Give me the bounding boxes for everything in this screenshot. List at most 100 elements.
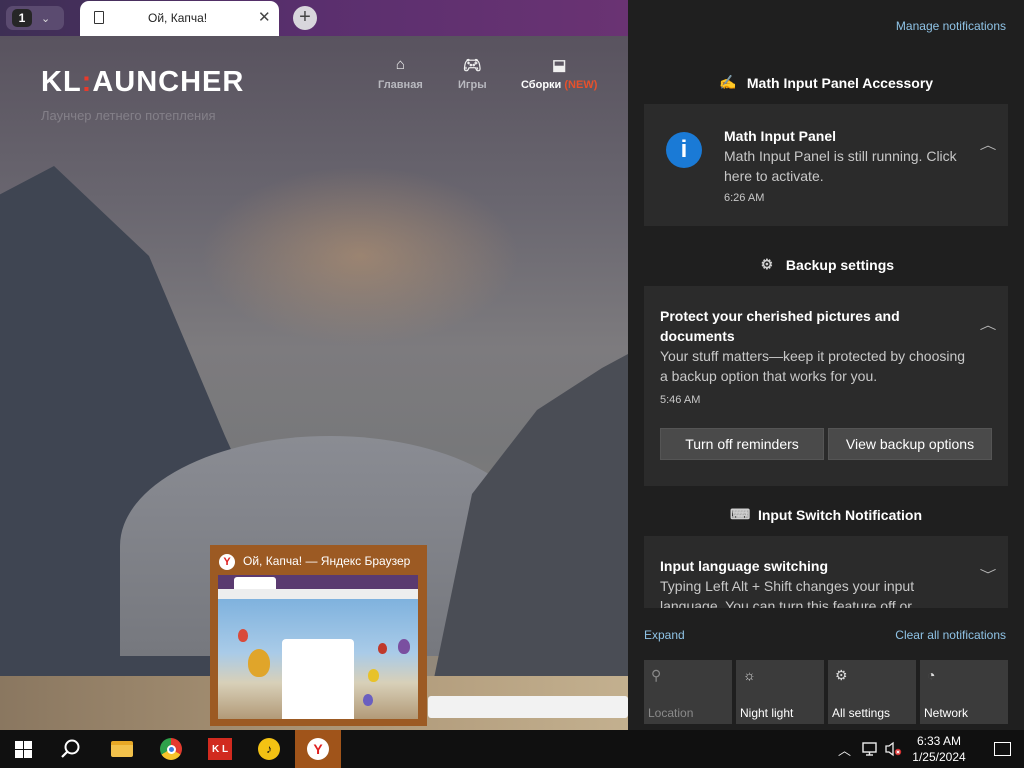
preview-tab (234, 577, 276, 589)
group-app-name: Backup settings (785, 256, 895, 273)
site-subtitle: Лаунчер летнего потепления (41, 108, 216, 123)
taskbar: K L ♪ Y ︿ 6:33 AM 1/25/2024 (0, 730, 1024, 768)
notification-time: 6:26 AM (724, 192, 765, 204)
balloon (398, 639, 410, 654)
page-bottom-strip (428, 696, 628, 718)
notification-group-header: ⚙ Backup settings (628, 256, 1024, 273)
page-icon (94, 11, 104, 24)
notification-body: Your stuff matters—keep it protected by … (660, 348, 966, 384)
quick-action-label: Network (924, 706, 969, 720)
notification-body: Math Input Panel is still running. Click… (724, 148, 957, 184)
desktop: 1 ⌄ Ой, Капча! ✕ + KL:AUNCHER Лаунчер ле… (0, 0, 1024, 768)
yandex-browser-icon: Y (219, 554, 235, 570)
logo-prefix: KL (41, 66, 82, 98)
start-button[interactable] (0, 730, 46, 768)
new-badge: (NEW) (564, 79, 598, 91)
collapse-icon[interactable]: ﹀ (980, 566, 997, 583)
group-app-name: Input Switch Notification (757, 506, 923, 523)
thumbnail-title: Ой, Капча! — Яндекс Браузер (243, 554, 411, 568)
preview-landscape (218, 599, 418, 719)
close-tab-icon[interactable]: ✕ (258, 8, 271, 26)
home-icon: ⌂ (395, 56, 405, 73)
search-icon (61, 739, 80, 758)
thumbnail-image (218, 575, 418, 719)
network-tray-icon[interactable] (862, 730, 880, 768)
quick-action-location[interactable]: ⚲ Location (644, 660, 732, 724)
nav-games[interactable]: 🎮︎ Игры (458, 56, 487, 91)
notification-text: Math Input Panel Math Input Panel is sti… (724, 126, 974, 204)
manage-notifications-link[interactable]: Manage notifications (896, 19, 1006, 33)
collapse-icon[interactable]: ︿ (980, 136, 997, 153)
quick-action-all-settings[interactable]: ⚙ All settings (828, 660, 916, 724)
logo-colon: : (81, 66, 93, 98)
kl-launcher-icon: K L (208, 738, 232, 760)
preview-tabbar (218, 575, 418, 589)
logo-suffix: AUNCHER (92, 66, 245, 98)
tab-title: Ой, Капча! (148, 11, 208, 25)
expand-link[interactable]: Expand (644, 628, 685, 642)
chrome-icon (160, 738, 182, 760)
clock-date: 1/25/2024 (912, 750, 966, 764)
math-input-icon: ✍ (719, 74, 737, 90)
windows-icon (14, 740, 32, 758)
clear-all-notifications-link[interactable]: Clear all notifications (895, 628, 1006, 642)
group-app-name: Math Input Panel Accessory (746, 74, 934, 91)
inbox-icon: ⬓ (552, 57, 567, 74)
preview-addressbar (218, 589, 418, 599)
notification-title: Math Input Panel (724, 128, 836, 144)
taskbar-chrome[interactable] (148, 730, 194, 768)
notification-time: 5:46 AM (660, 394, 701, 406)
action-center-button[interactable] (980, 730, 1024, 768)
collapse-icon[interactable]: ︿ (980, 316, 997, 333)
quick-action-label: Night light (740, 706, 794, 720)
gear-icon: ⚙ (835, 667, 848, 683)
show-hidden-icons-button[interactable]: ︿ (838, 730, 851, 768)
taskbar-thumbnail-preview[interactable]: Y Ой, Капча! — Яндекс Браузер (210, 545, 427, 726)
volume-tray-icon[interactable] (884, 730, 902, 768)
tab-count: 1 (12, 9, 32, 27)
network-icon: ◔ (927, 667, 936, 683)
notification-card[interactable]: ﹀ Input language switching Typing Left A… (644, 536, 1008, 608)
location-icon: ⚲ (651, 667, 662, 683)
nav-home[interactable]: ⌂ Главная (378, 56, 423, 91)
turn-off-reminders-button[interactable]: Turn off reminders (660, 428, 824, 460)
network-status-icon (862, 742, 877, 756)
taskbar-kl-launcher[interactable]: K L (197, 730, 243, 768)
browser-tab[interactable]: Ой, Капча! ✕ (80, 1, 279, 37)
night-light-icon: ☼ (743, 667, 756, 683)
view-backup-options-button[interactable]: View backup options (828, 428, 992, 460)
gear-icon: ⚙ (760, 256, 774, 272)
action-center-footer: Expand Clear all notifications (628, 618, 1024, 648)
balloon (238, 629, 248, 642)
notification-title: Input language switching (660, 558, 828, 574)
speaker-muted-icon (885, 741, 902, 757)
quick-action-label: Location (648, 706, 694, 720)
notification-group-header: ✍ Math Input Panel Accessory (628, 74, 1024, 91)
notification-title: Protect your cherished pictures and docu… (660, 308, 900, 344)
taskbar-file-explorer[interactable] (99, 730, 145, 768)
nav-builds[interactable]: ⬓ Сборки (NEW) (521, 56, 597, 91)
keyboard-icon: ⌨ (729, 506, 751, 522)
nav-builds-label: Сборки (NEW) (521, 79, 597, 91)
notification-text: Protect your cherished pictures and docu… (660, 306, 970, 406)
taskbar-yandex-music[interactable]: ♪ (246, 730, 292, 768)
sun-glow (200, 166, 520, 346)
search-button[interactable] (48, 730, 94, 768)
quick-action-label: All settings (832, 706, 891, 720)
tab-counter-button[interactable]: 1 ⌄ (6, 6, 64, 30)
notification-card[interactable]: i ︿ Math Input Panel Math Input Panel is… (644, 104, 1008, 226)
taskbar-yandex-browser[interactable]: Y (295, 730, 341, 768)
site-logo[interactable]: KL:AUNCHER (41, 66, 244, 99)
tab-bar: 1 ⌄ Ой, Капча! ✕ + (0, 0, 628, 37)
info-icon: i (666, 132, 702, 168)
system-clock[interactable]: 6:33 AM 1/25/2024 (906, 733, 972, 765)
nav-games-label: Игры (458, 79, 487, 91)
new-tab-button[interactable]: + (293, 6, 317, 30)
folder-icon (111, 741, 133, 757)
quick-action-night-light[interactable]: ☼ Night light (736, 660, 824, 724)
balloon (248, 649, 270, 677)
quick-action-network[interactable]: ◔ Network (920, 660, 1008, 724)
clock-time: 6:33 AM (916, 734, 962, 748)
balloon (363, 694, 373, 706)
yandex-music-icon: ♪ (258, 738, 280, 760)
